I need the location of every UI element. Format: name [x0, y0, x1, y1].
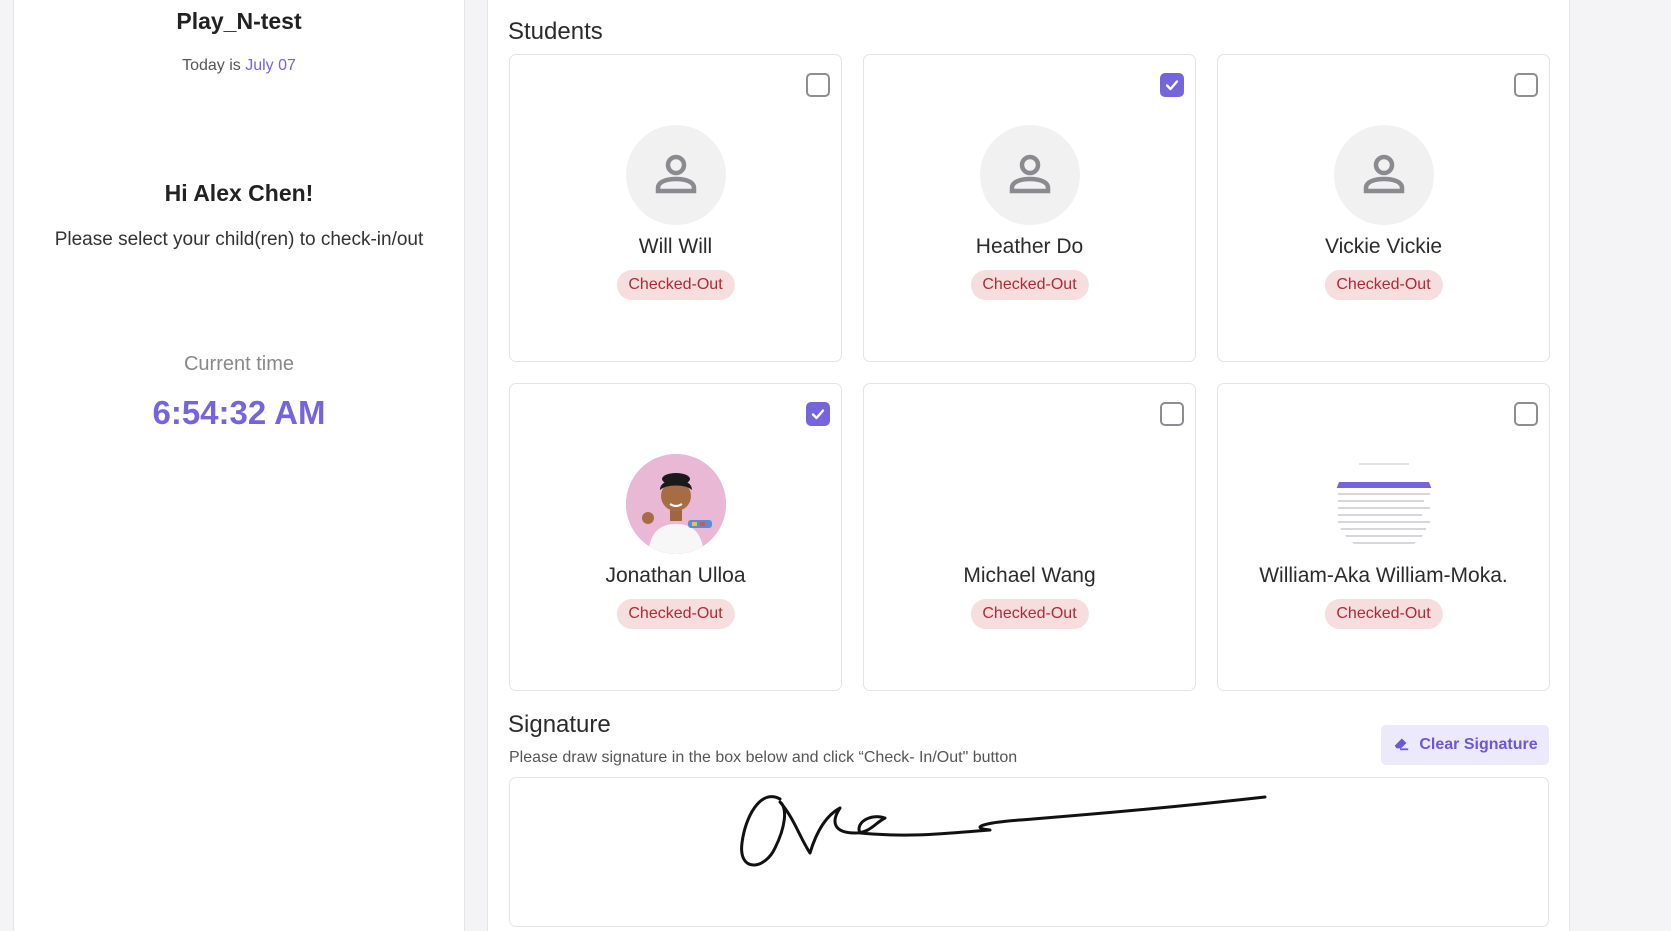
status-badge: Checked-Out [1324, 270, 1443, 300]
status-badge: Checked-Out [970, 270, 1089, 300]
students-title: Students [508, 18, 603, 45]
student-checkbox[interactable] [806, 402, 830, 426]
person-placeholder-icon [1334, 125, 1434, 225]
student-name: Vickie Vickie [1324, 235, 1443, 258]
left-panel: Play_N-test Today is July 07 Hi Alex Che… [13, 0, 465, 931]
check-icon [811, 409, 825, 420]
student-card[interactable]: Michael Wang Checked-Out [863, 383, 1196, 691]
status-badge: Checked-Out [970, 599, 1089, 629]
student-card[interactable]: William-Aka William-Moka. Checked-Out [1217, 383, 1550, 691]
current-time-value: 6:54:32 AM [152, 394, 326, 431]
today-date: July 07 [245, 57, 296, 74]
student-card[interactable]: Will Will Checked-Out [509, 54, 842, 362]
student-name: Michael Wang [963, 564, 1096, 587]
clear-signature-label: Clear Signature [1419, 736, 1538, 753]
child-photo [626, 454, 726, 554]
signature-pad[interactable] [509, 777, 1549, 927]
person-placeholder-icon [980, 125, 1080, 225]
student-name: Jonathan Ulloa [605, 564, 746, 587]
signature-title: Signature [508, 711, 611, 738]
student-card[interactable]: Jonathan Ulloa Checked-Out [509, 383, 842, 691]
clear-signature-button[interactable]: Clear Signature [1381, 725, 1549, 765]
student-checkbox[interactable] [1160, 73, 1184, 97]
signature-hint: Please draw signature in the box below a… [509, 749, 1018, 766]
empty-avatar [980, 454, 1080, 554]
student-card[interactable]: Heather Do Checked-Out [863, 54, 1196, 362]
student-checkbox[interactable] [1160, 402, 1184, 426]
school-name: Play_N-test [176, 8, 302, 34]
student-checkbox[interactable] [806, 73, 830, 97]
status-badge: Checked-Out [1324, 599, 1443, 629]
student-name: William-Aka William-Moka. [1259, 564, 1508, 587]
student-checkbox[interactable] [1514, 73, 1538, 97]
status-badge: Checked-Out [616, 270, 735, 300]
greeting: Hi Alex Chen! [164, 180, 314, 206]
student-card[interactable]: Vickie Vickie Checked-Out [1217, 54, 1550, 362]
student-checkbox[interactable] [1514, 402, 1538, 426]
students-grid: Will Will Checked-Out Heather Do Checked… [509, 54, 1550, 691]
student-name: Heather Do [975, 235, 1084, 258]
eraser-icon [1392, 734, 1410, 757]
signature-stroke [740, 795, 1267, 867]
status-badge: Checked-Out [616, 599, 735, 629]
screenshot-thumbnail [1334, 454, 1434, 554]
person-placeholder-icon [626, 125, 726, 225]
check-icon [1165, 80, 1179, 91]
today-date-line: Today is July 07 [14, 57, 464, 75]
today-prefix: Today is [182, 57, 241, 74]
current-time-label: Current time [183, 353, 295, 375]
student-name: Will Will [638, 235, 713, 258]
instruction-text: Please select your child(ren) to check-i… [54, 229, 424, 250]
main-panel: Students Will Will Checked-Out Heather D… [487, 0, 1570, 931]
